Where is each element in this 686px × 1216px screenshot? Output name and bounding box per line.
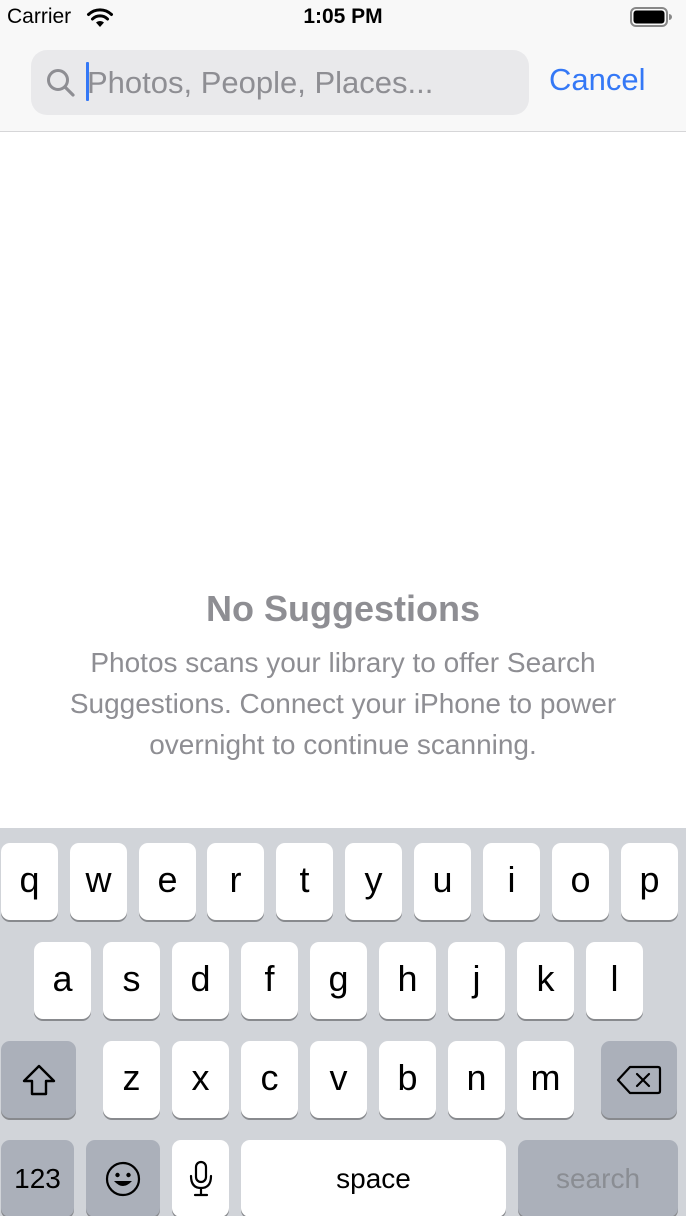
microphone-icon — [189, 1160, 212, 1196]
key-r[interactable]: r — [207, 843, 264, 920]
key-g[interactable]: g — [310, 942, 367, 1019]
delete-key[interactable] — [601, 1041, 677, 1118]
keyboard: q w e r t y u i o p a s d f g h j k l z … — [0, 828, 686, 1216]
cancel-button[interactable]: Cancel — [549, 62, 646, 98]
key-y[interactable]: y — [345, 843, 402, 920]
search-input[interactable] — [87, 56, 507, 109]
empty-state-title: No Suggestions — [205, 588, 480, 629]
emoji-icon — [105, 1161, 141, 1196]
status-time: 1:05 PM — [303, 5, 383, 28]
battery-icon — [630, 7, 672, 27]
search-header: Cancel — [0, 34, 686, 132]
key-c[interactable]: c — [241, 1041, 298, 1118]
key-b[interactable]: b — [379, 1041, 436, 1118]
backspace-icon — [616, 1065, 662, 1094]
key-h[interactable]: h — [379, 942, 436, 1019]
key-e[interactable]: e — [139, 843, 196, 920]
key-o[interactable]: o — [552, 843, 609, 920]
key-t[interactable]: t — [276, 843, 333, 920]
key-q[interactable]: q — [1, 843, 58, 920]
key-j[interactable]: j — [448, 942, 505, 1019]
key-l[interactable]: l — [586, 942, 643, 1019]
status-bar: Carrier 1:05 PM — [0, 0, 686, 34]
key-i[interactable]: i — [483, 843, 540, 920]
key-z[interactable]: z — [103, 1041, 160, 1118]
key-x[interactable]: x — [172, 1041, 229, 1118]
numbers-key[interactable]: 123 — [1, 1140, 74, 1216]
key-f[interactable]: f — [241, 942, 298, 1019]
search-field[interactable] — [31, 50, 529, 115]
empty-state-message: Photos scans your library to offer Searc… — [69, 647, 617, 760]
key-d[interactable]: d — [172, 942, 229, 1019]
key-v[interactable]: v — [310, 1041, 367, 1118]
key-a[interactable]: a — [34, 942, 91, 1019]
search-screen: Carrier 1:05 PM Cancel No Suggestions Ph… — [0, 0, 686, 1216]
key-p[interactable]: p — [621, 843, 678, 920]
key-k[interactable]: k — [517, 942, 574, 1019]
shift-icon — [22, 1064, 55, 1095]
key-s[interactable]: s — [103, 942, 160, 1019]
space-key[interactable]: space — [241, 1140, 506, 1216]
key-u[interactable]: u — [414, 843, 471, 920]
dictation-key[interactable] — [172, 1140, 229, 1216]
key-n[interactable]: n — [448, 1041, 505, 1118]
key-m[interactable]: m — [517, 1041, 574, 1118]
key-w[interactable]: w — [70, 843, 127, 920]
search-icon — [47, 69, 75, 97]
shift-key[interactable] — [1, 1041, 76, 1118]
search-key[interactable]: search — [518, 1140, 678, 1216]
emoji-key[interactable] — [86, 1140, 160, 1216]
